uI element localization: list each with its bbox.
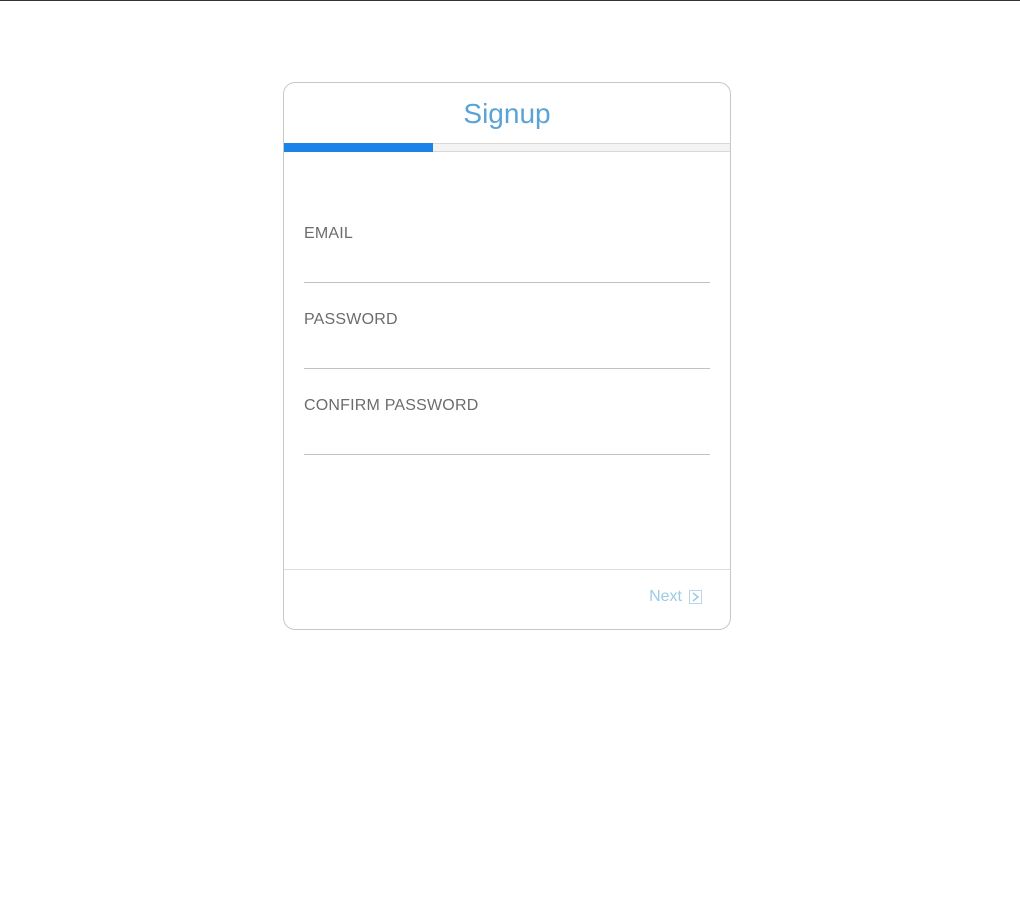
email-field-group: EMAIL bbox=[304, 225, 710, 311]
signup-form: EMAIL PASSWORD CONFIRM PASSWORD bbox=[304, 153, 710, 483]
card-title: Signup bbox=[463, 98, 551, 129]
password-field-group: PASSWORD bbox=[304, 311, 710, 397]
card-footer: Next bbox=[284, 569, 730, 629]
password-label: PASSWORD bbox=[304, 311, 398, 328]
confirm-password-label: CONFIRM PASSWORD bbox=[304, 397, 479, 414]
top-divider bbox=[0, 0, 1020, 1]
password-input[interactable] bbox=[304, 337, 710, 369]
progress-bar bbox=[284, 143, 730, 152]
signup-card: Signup EMAIL PASSWORD CONFIRM PASSWORD N… bbox=[283, 82, 731, 630]
next-label: Next bbox=[649, 588, 682, 605]
confirm-password-input[interactable] bbox=[304, 423, 710, 455]
next-button[interactable]: Next bbox=[649, 588, 702, 606]
chevron-right-icon bbox=[689, 590, 702, 604]
confirm-password-field-group: CONFIRM PASSWORD bbox=[304, 397, 710, 483]
email-label: EMAIL bbox=[304, 225, 354, 242]
email-input[interactable] bbox=[304, 251, 710, 283]
progress-bar-fill bbox=[284, 143, 433, 152]
